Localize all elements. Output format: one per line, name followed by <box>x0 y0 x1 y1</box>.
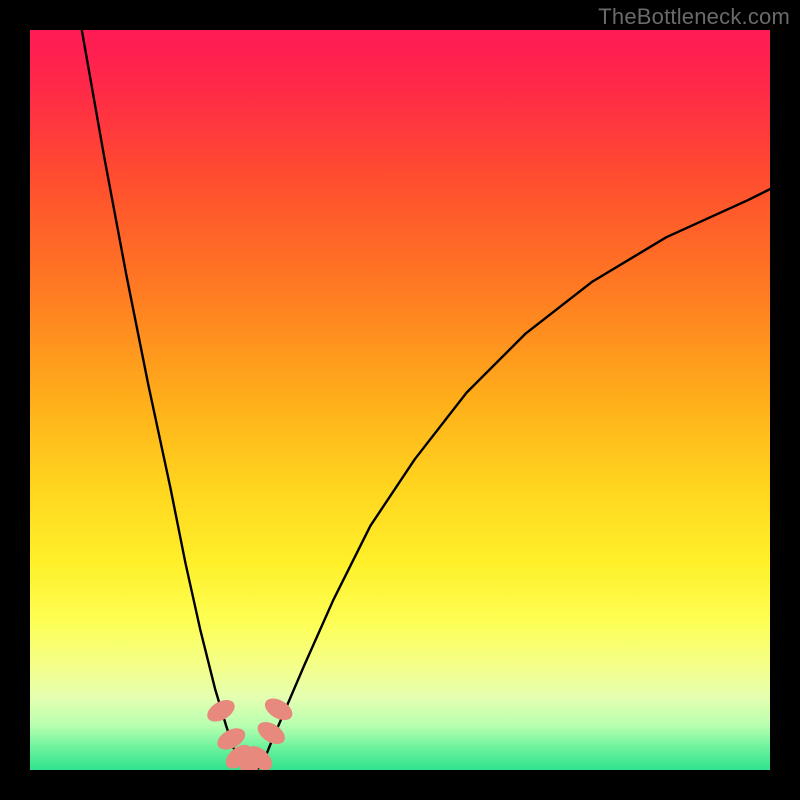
gradient-background <box>30 30 770 770</box>
plot-area <box>30 30 770 770</box>
chart-frame: TheBottleneck.com <box>0 0 800 800</box>
bottleneck-curve-chart <box>30 30 770 770</box>
watermark-text: TheBottleneck.com <box>598 4 790 30</box>
